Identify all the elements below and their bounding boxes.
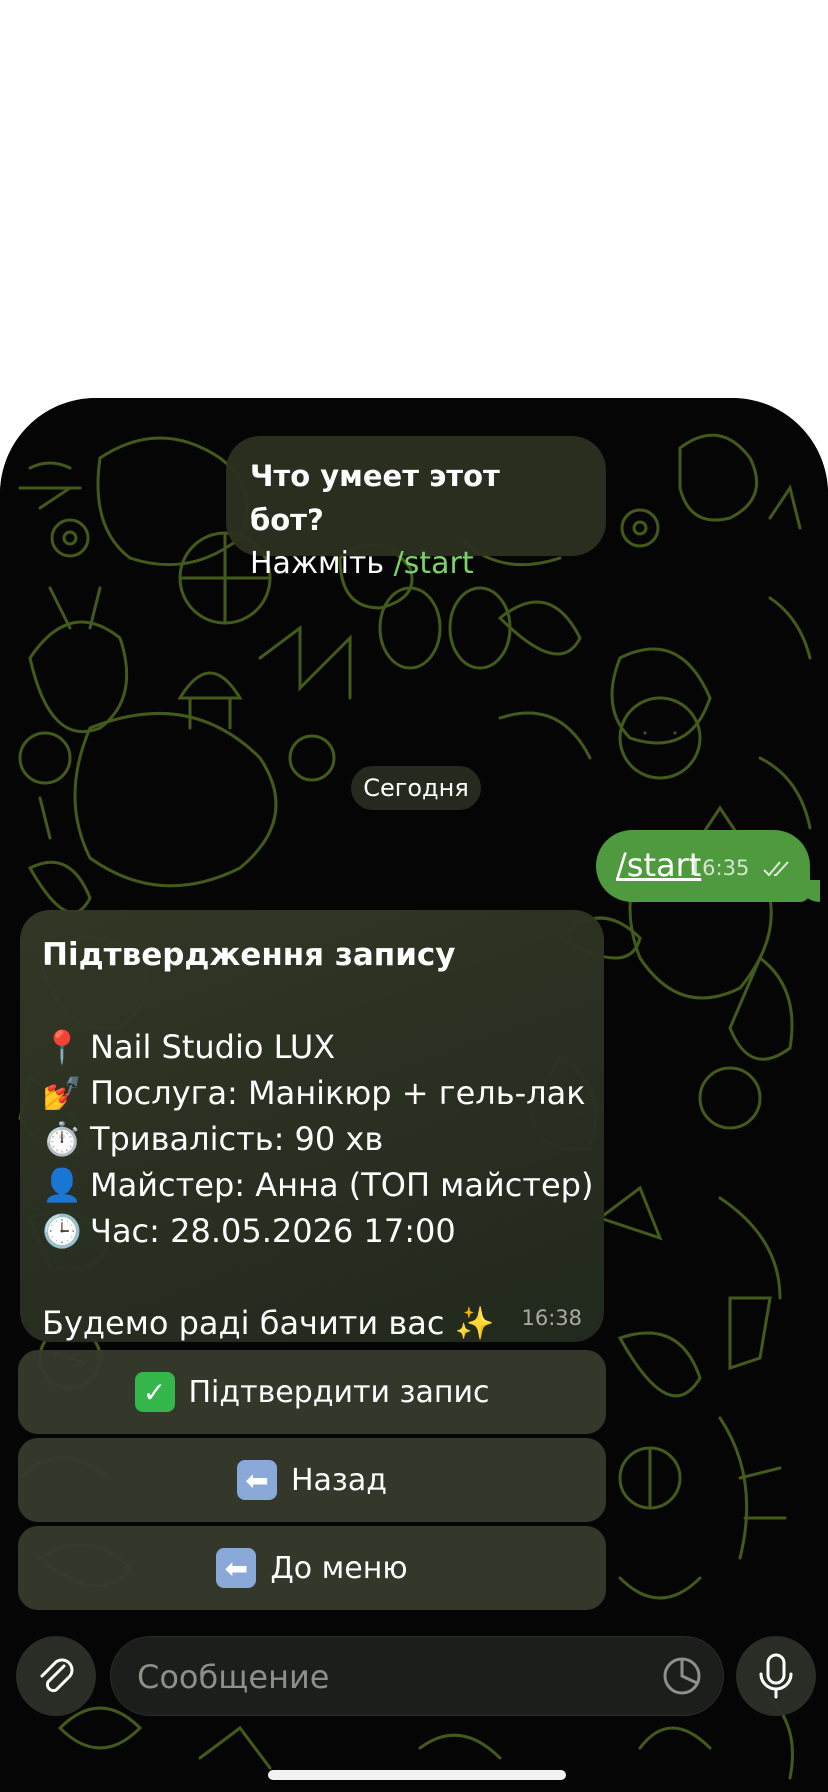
- arrow-left-icon: ⬅: [216, 1548, 257, 1588]
- bot-info-card: Что умеет этот бот? Нажміть /start: [226, 436, 606, 581]
- clock-icon: 🕒: [42, 1212, 82, 1250]
- nail-polish-icon: 💅: [42, 1074, 82, 1112]
- attach-button[interactable]: [16, 1636, 96, 1716]
- outgoing-message-time: 16:35: [688, 856, 750, 880]
- outgoing-message-meta: 16:35: [689, 856, 792, 880]
- check-mark-icon: ✓: [134, 1372, 175, 1412]
- message-input-bar: [0, 1636, 828, 1726]
- bot-info-question: Что умеет этот бот?: [250, 459, 500, 537]
- confirm-booking-label: Підтвердити запис: [188, 1374, 490, 1410]
- start-command-link[interactable]: /start: [394, 546, 474, 581]
- stopwatch-icon: ⏱️: [42, 1120, 82, 1158]
- message-footer: Будемо раді бачити вас ✨: [42, 1304, 495, 1342]
- message-input[interactable]: [135, 1637, 639, 1717]
- incoming-message-time: 16:38: [521, 1306, 582, 1330]
- message-line-service: 💅 Послуга: Манікюр + гель-лак: [42, 1070, 585, 1116]
- message-line-duration: ⏱️ Тривалість: 90 хв: [42, 1116, 582, 1162]
- to-menu-label: До меню: [270, 1550, 408, 1586]
- chat-screen: Что умеет этот бот? Нажміть /start Сегод…: [0, 398, 828, 1792]
- message-title: Підтвердження запису: [42, 937, 456, 973]
- message-line-time: 🕒 Час: 28.05.2026 17:00: [42, 1208, 582, 1254]
- double-check-icon: [763, 861, 789, 877]
- to-menu-button[interactable]: ⬅ До меню: [18, 1526, 606, 1610]
- paperclip-icon: [40, 1658, 74, 1693]
- incoming-message[interactable]: Підтвердження запису 📍 Nail Studio LUX 💅 П…: [20, 910, 604, 1342]
- sticker-icon[interactable]: [661, 1655, 703, 1697]
- message-line-master: 👤 Майстер: Анна (ТОП майстер): [42, 1162, 593, 1208]
- date-separator: Сегодня: [351, 766, 481, 810]
- pin-icon: 📍: [42, 1028, 82, 1066]
- message-field[interactable]: [110, 1636, 724, 1717]
- message-line-location: 📍 Nail Studio LUX: [42, 1024, 582, 1070]
- bubble-tail: [798, 880, 820, 902]
- voice-record-button[interactable]: [736, 1636, 816, 1716]
- home-indicator[interactable]: [268, 1770, 566, 1780]
- bot-info-prompt: Нажміть /start: [250, 546, 474, 581]
- back-label: Назад: [290, 1462, 388, 1498]
- confirm-booking-button[interactable]: ✓ Підтвердити запис: [18, 1350, 606, 1434]
- microphone-icon: [759, 1653, 793, 1699]
- back-button[interactable]: ⬅ Назад: [18, 1438, 606, 1522]
- person-icon: 👤: [42, 1166, 82, 1204]
- outgoing-message[interactable]: /start 16:35: [596, 830, 820, 902]
- arrow-left-icon: ⬅: [236, 1460, 277, 1500]
